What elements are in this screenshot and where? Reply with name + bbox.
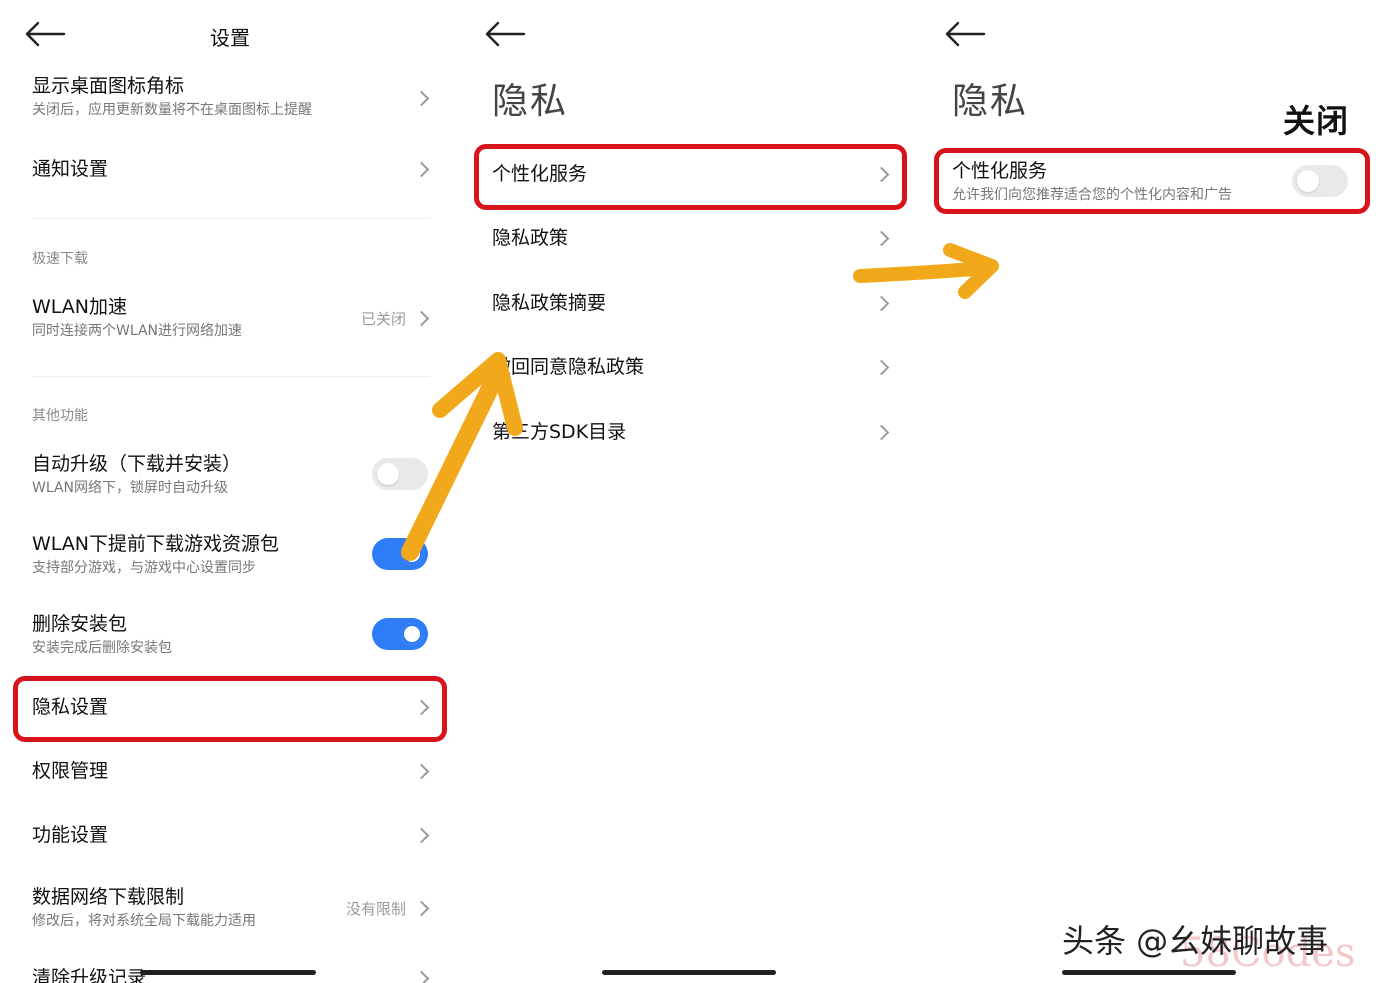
- toggle-knob: [401, 543, 423, 565]
- page-title: 隐私: [492, 81, 569, 122]
- setting-title: 显示桌面图标角标: [32, 75, 185, 97]
- setting-privacy[interactable]: 隐私设置: [32, 695, 430, 719]
- divider: [32, 376, 430, 377]
- chevron-right-icon: [416, 763, 430, 781]
- privacy-panel: 隐私 个性化服务 隐私政策 隐私政策摘要 撤回同意隐私政策 第三方SDK目录: [460, 0, 920, 983]
- privacy-item-title: 隐私政策摘要: [492, 292, 607, 314]
- privacy-policy-summary[interactable]: 隐私政策摘要: [492, 291, 890, 315]
- privacy-policy[interactable]: 隐私政策: [492, 226, 890, 250]
- personalized-service-setting: 个性化服务 允许我们向您推荐适合您的个性化内容和广告: [952, 159, 1348, 205]
- chevron-right-icon: [416, 970, 430, 983]
- personalized-service-toggle[interactable]: [1292, 165, 1348, 197]
- privacy-personalized-service[interactable]: 个性化服务: [492, 162, 890, 186]
- chevron-right-icon: [416, 310, 430, 328]
- back-arrow-icon[interactable]: [484, 20, 528, 48]
- setting-title: 隐私设置: [32, 696, 109, 718]
- setting-desktop-badge[interactable]: 显示桌面图标角标 关闭后，应用更新数量将不在桌面图标上提醒: [32, 74, 430, 120]
- chevron-right-icon: [416, 161, 430, 179]
- annotation-close-label: 关闭: [1283, 102, 1350, 140]
- setting-permissions[interactable]: 权限管理: [32, 759, 430, 783]
- setting-title: 通知设置: [32, 158, 109, 180]
- chevron-right-icon: [416, 90, 430, 108]
- setting-wlan-accel[interactable]: WLAN加速 同时连接两个WLAN进行网络加速 已关闭: [32, 295, 430, 341]
- setting-state: 已关闭: [360, 310, 406, 328]
- toggle-knob: [377, 463, 399, 485]
- toggle-knob: [1297, 170, 1319, 192]
- setting-title: 删除安装包: [32, 613, 128, 635]
- setting-notification[interactable]: 通知设置: [32, 157, 430, 181]
- personalized-service-panel: 隐私 个性化服务 允许我们向您推荐适合您的个性化内容和广告: [920, 0, 1380, 983]
- section-label: 其他功能: [32, 408, 88, 424]
- chevron-right-icon: [416, 900, 430, 918]
- chevron-right-icon: [876, 230, 890, 248]
- chevron-right-icon: [416, 699, 430, 717]
- chevron-right-icon: [876, 166, 890, 184]
- setting-title: 个性化服务: [952, 160, 1048, 182]
- privacy-withdraw-consent[interactable]: 撤回同意隐私政策: [492, 355, 890, 379]
- privacy-item-title: 个性化服务: [492, 163, 588, 185]
- setting-state: 没有限制: [345, 900, 406, 918]
- section-label: 极速下载: [32, 251, 88, 267]
- setting-subtitle: WLAN网络下，锁屏时自动升级: [32, 480, 229, 496]
- setting-auto-upgrade: 自动升级（下载并安装） WLAN网络下，锁屏时自动升级: [32, 452, 430, 498]
- setting-delete-package: 删除安装包 安装完成后删除安装包: [32, 612, 430, 658]
- home-indicator: [140, 970, 316, 975]
- settings-panel: 设置 显示桌面图标角标 关闭后，应用更新数量将不在桌面图标上提醒 通知设置 极速…: [0, 0, 460, 983]
- setting-title: 权限管理: [32, 760, 109, 782]
- privacy-sdk-list[interactable]: 第三方SDK目录: [492, 420, 890, 444]
- privacy-item-title: 隐私政策: [492, 227, 569, 249]
- setting-subtitle: 支持部分游戏，与游戏中心设置同步: [32, 560, 256, 576]
- auto-upgrade-toggle[interactable]: [372, 458, 428, 490]
- back-arrow-icon[interactable]: [944, 20, 988, 48]
- privacy-item-title: 撤回同意隐私政策: [492, 356, 645, 378]
- watermark-text: 头条 @幺妹聊故事: [1062, 922, 1329, 960]
- chevron-right-icon: [876, 295, 890, 313]
- game-preload-toggle[interactable]: [372, 538, 428, 570]
- setting-subtitle: 允许我们向您推荐适合您的个性化内容和广告: [952, 187, 1232, 203]
- setting-game-preload: WLAN下提前下载游戏资源包 支持部分游戏，与游戏中心设置同步: [32, 532, 430, 578]
- home-indicator: [602, 970, 776, 975]
- chevron-right-icon: [416, 827, 430, 845]
- setting-features[interactable]: 功能设置: [32, 823, 430, 847]
- page-title: 设置: [210, 26, 250, 50]
- toggle-knob: [401, 623, 423, 645]
- setting-title: 自动升级（下载并安装）: [32, 453, 242, 475]
- delete-package-toggle[interactable]: [372, 618, 428, 650]
- chevron-right-icon: [876, 424, 890, 442]
- setting-title: 功能设置: [32, 824, 109, 846]
- divider: [32, 218, 430, 219]
- privacy-item-title: 第三方SDK目录: [492, 421, 627, 443]
- setting-subtitle: 关闭后，应用更新数量将不在桌面图标上提醒: [32, 102, 312, 118]
- page-title: 隐私: [952, 81, 1029, 122]
- setting-data-limit[interactable]: 数据网络下载限制 修改后，将对系统全局下载能力适用 没有限制: [32, 885, 430, 931]
- setting-title: WLAN下提前下载游戏资源包: [32, 533, 280, 555]
- chevron-right-icon: [876, 359, 890, 377]
- setting-subtitle: 安装完成后删除安装包: [32, 640, 172, 656]
